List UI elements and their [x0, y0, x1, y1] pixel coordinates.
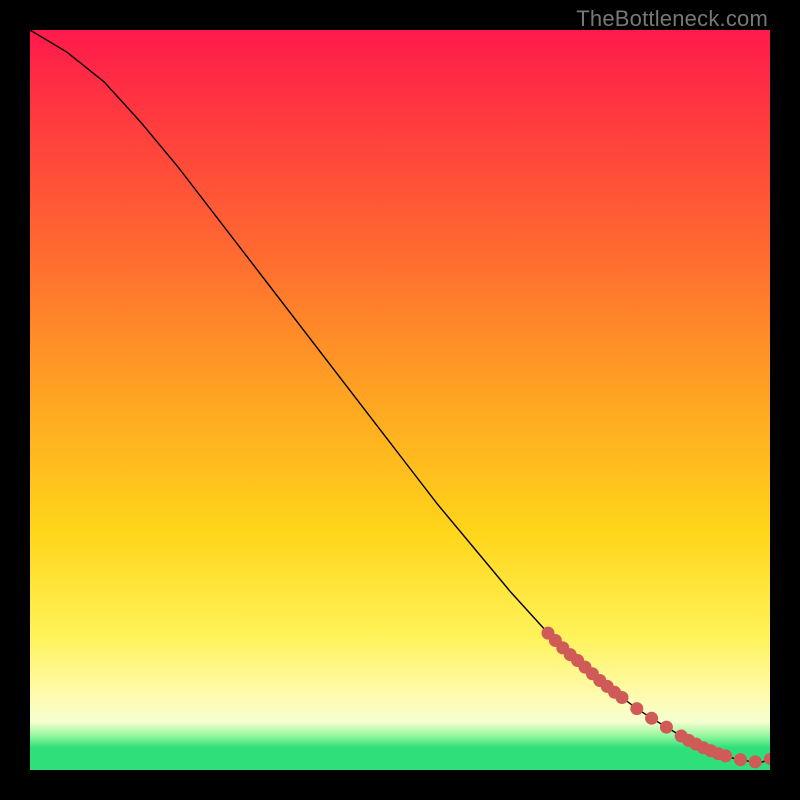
data-marker	[616, 691, 629, 704]
data-marker	[645, 712, 658, 725]
data-marker	[734, 753, 747, 766]
chart-overlay	[30, 30, 770, 770]
data-marker	[749, 755, 762, 768]
chart-plot-area	[30, 30, 770, 770]
bottleneck-curve	[30, 30, 770, 762]
data-marker	[660, 721, 673, 734]
data-marker	[764, 753, 770, 765]
chart-frame: TheBottleneck.com	[0, 0, 800, 800]
data-marker	[630, 702, 643, 715]
data-marker	[719, 749, 732, 762]
watermark-text: TheBottleneck.com	[576, 6, 768, 32]
data-markers	[542, 627, 771, 769]
